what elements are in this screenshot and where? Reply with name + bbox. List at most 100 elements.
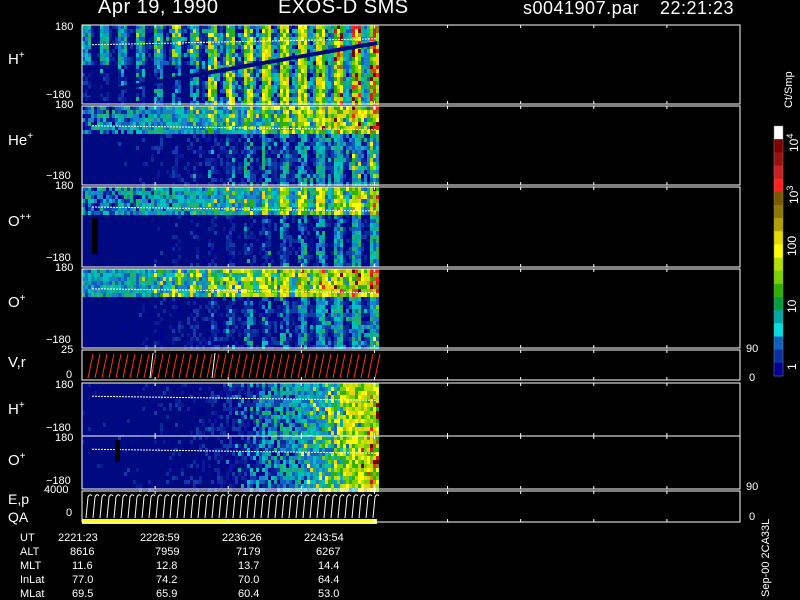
- spectrogram-cell: [313, 45, 316, 49]
- spectrogram-cell: [361, 106, 364, 110]
- spectrogram-cell: [208, 211, 211, 215]
- spectrogram-cell: [262, 223, 265, 227]
- spectrogram-cell: [301, 45, 304, 49]
- spectrogram-cell: [208, 191, 211, 195]
- spectrogram-cell: [298, 130, 301, 134]
- spectrogram-cell: [358, 29, 361, 33]
- spectrogram-cell: [175, 146, 178, 150]
- spectrogram-cell: [235, 114, 238, 118]
- spectrogram-cell: [100, 191, 103, 195]
- spectrogram-cell: [376, 106, 379, 110]
- spectrogram-cell: [253, 285, 256, 289]
- spectrogram-cell: [334, 191, 337, 195]
- spectrogram-cell: [367, 89, 370, 93]
- spectrogram-cell: [319, 178, 322, 182]
- spectrogram-cell: [229, 317, 232, 321]
- spectrogram-cell: [271, 53, 274, 57]
- spectrogram-cell: [247, 227, 250, 231]
- spectrogram-cell: [214, 313, 217, 317]
- spectrogram-cell: [340, 65, 343, 69]
- spectrogram-cell: [154, 65, 157, 69]
- spectrogram-cell: [343, 81, 346, 85]
- spectrogram-cell: [91, 187, 94, 191]
- spectrogram-cell: [325, 130, 328, 134]
- spectrogram-cell: [232, 219, 235, 223]
- spectrogram-cell: [265, 73, 268, 77]
- spectrogram-cell: [229, 25, 232, 29]
- spectrogram-cell: [229, 37, 232, 41]
- spectrogram-cell: [211, 142, 214, 146]
- spectrogram-cell: [211, 277, 214, 281]
- spectrogram-cell: [106, 122, 109, 126]
- spectrogram-cell: [238, 33, 241, 37]
- spectrogram-cell: [361, 25, 364, 29]
- spectrogram-cell: [292, 61, 295, 65]
- spectrogram-cell: [232, 118, 235, 122]
- spectrogram-cell: [310, 126, 313, 130]
- spectrogram-cell: [199, 289, 202, 293]
- spectrogram-cell: [367, 77, 370, 81]
- spectrogram-cell: [196, 85, 199, 89]
- spectrogram-cell: [121, 195, 124, 199]
- spectrogram-cell: [280, 223, 283, 227]
- spectrogram-cell: [322, 211, 325, 215]
- spectrogram-cell: [193, 178, 196, 182]
- spectrogram-cell: [253, 53, 256, 57]
- spectrogram-cell: [208, 293, 211, 297]
- spectrogram-cell: [337, 130, 340, 134]
- spectrogram-cell: [376, 211, 379, 215]
- spectrogram-cell: [301, 162, 304, 166]
- spectrogram-cell: [109, 106, 112, 110]
- spectrogram-cell: [280, 235, 283, 239]
- spectrogram-cell: [88, 118, 91, 122]
- spectrogram-cell: [214, 110, 217, 114]
- spectrogram-cell: [124, 146, 127, 150]
- spectrogram-cell: [313, 57, 316, 61]
- spectrogram-cell: [292, 138, 295, 142]
- spectrogram-cell: [331, 73, 334, 77]
- spectrogram-cell: [217, 187, 220, 191]
- spectrogram-cell: [259, 29, 262, 33]
- spectrogram-cell: [280, 215, 283, 219]
- spectrogram-cell: [88, 114, 91, 118]
- spectrogram-cell: [358, 191, 361, 195]
- spectrogram-cell: [283, 85, 286, 89]
- spectrogram-cell: [184, 29, 187, 33]
- spectrogram-cell: [136, 33, 139, 37]
- spectrogram-cell: [355, 122, 358, 126]
- spectrogram-cell: [334, 162, 337, 166]
- spectrogram-cell: [283, 158, 286, 162]
- spectrogram-cell: [271, 33, 274, 37]
- spectrogram-cell: [346, 142, 349, 146]
- spectrogram-cell: [370, 106, 373, 110]
- spectrogram-cell: [265, 199, 268, 203]
- spectrogram-cell: [133, 293, 136, 297]
- spectrogram-cell: [349, 227, 352, 231]
- spectrogram-cell: [364, 251, 367, 255]
- spectrogram-cell: [223, 219, 226, 223]
- spectrogram-cell: [229, 259, 232, 263]
- spectrogram-cell: [307, 162, 310, 166]
- spectrogram-cell: [199, 110, 202, 114]
- spectrogram-cell: [313, 89, 316, 93]
- spectrogram-cell: [229, 130, 232, 134]
- spectrogram-cell: [172, 199, 175, 203]
- spectrogram-cell: [274, 170, 277, 174]
- spectrogram-cell: [214, 81, 217, 85]
- spectrogram-cell: [229, 118, 232, 122]
- spectrogram-cell: [235, 73, 238, 77]
- spectrogram-cell: [277, 89, 280, 93]
- spectrogram-cell: [229, 49, 232, 53]
- spectrogram-cell: [169, 37, 172, 41]
- spectrogram-cell: [358, 110, 361, 114]
- spectrogram-cell: [250, 325, 253, 329]
- spectrogram-cell: [172, 85, 175, 89]
- spectrogram-cell: [166, 269, 169, 273]
- spectrogram-cell: [214, 309, 217, 313]
- spectrogram-cell: [283, 89, 286, 93]
- spectrogram-cell: [241, 162, 244, 166]
- spectrogram-cell: [295, 114, 298, 118]
- spectrogram-cell: [286, 122, 289, 126]
- spectrogram-cell: [184, 281, 187, 285]
- spectrogram-cell: [175, 33, 178, 37]
